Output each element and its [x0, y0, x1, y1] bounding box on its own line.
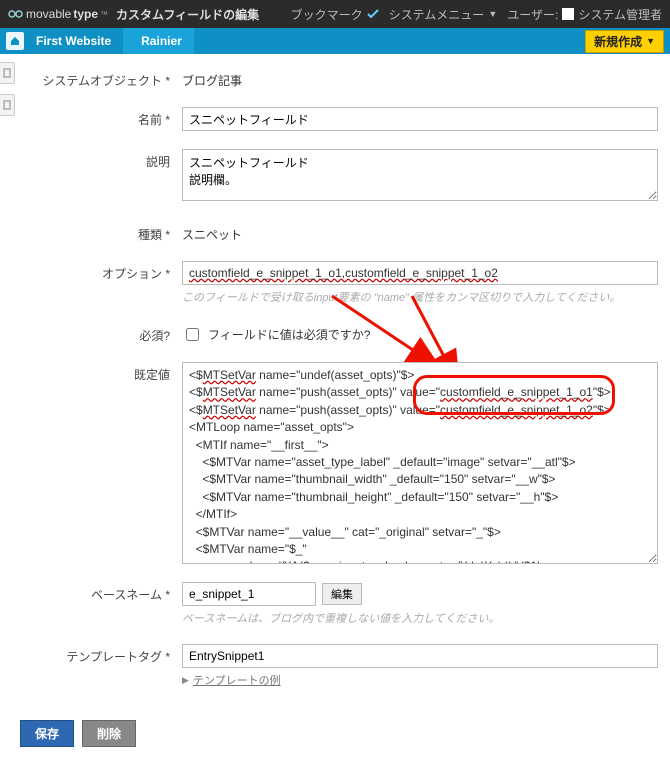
- panel-icon: [3, 100, 11, 110]
- bookmark-icon: [367, 8, 379, 20]
- brand-tm: ™: [100, 10, 108, 19]
- value-system-object: ブログ記事: [182, 68, 658, 89]
- basename-edit-button[interactable]: 編集: [322, 583, 362, 605]
- default-value-textarea[interactable]: <$MTSetVar name="undef(asset_opts)"$><$M…: [183, 363, 657, 563]
- user-menu[interactable]: ユーザー: システム管理者: [507, 6, 662, 23]
- value-type: スニペット: [182, 222, 658, 243]
- delete-button[interactable]: 削除: [82, 720, 136, 747]
- bookmark-label: ブックマーク: [291, 6, 363, 23]
- movabletype-icon: [8, 6, 24, 22]
- label-required: 必須?: [20, 323, 182, 344]
- panel-icon: [3, 68, 11, 78]
- save-button[interactable]: 保存: [20, 720, 74, 747]
- create-button[interactable]: 新規作成 ▼: [585, 30, 664, 53]
- brand-logo[interactable]: movabletype™: [8, 6, 108, 22]
- chevron-right-icon: ▶: [182, 675, 189, 686]
- basename-hint: ベースネームは、ブログ内で重複しない値を入力してください。: [182, 610, 658, 626]
- side-tab-1[interactable]: [0, 62, 15, 84]
- bookmark-link[interactable]: ブックマーク: [291, 6, 379, 23]
- label-description: 説明: [20, 149, 182, 170]
- top-bar: movabletype™ カスタムフィールドの編集 ブックマーク システムメニュ…: [0, 0, 670, 28]
- breadcrumb-bar: First Website Rainier 新規作成 ▼: [0, 28, 670, 54]
- name-input[interactable]: [182, 107, 658, 131]
- side-tab-2[interactable]: [0, 94, 15, 116]
- required-checkbox-label: フィールドに値は必須ですか?: [208, 326, 370, 343]
- system-menu-label: システムメニュー: [389, 6, 485, 23]
- footer-buttons: 保存 削除: [0, 720, 670, 767]
- template-tag-input[interactable]: [182, 644, 658, 668]
- brand-prefix: movable: [26, 7, 71, 21]
- required-checkbox[interactable]: [186, 328, 199, 341]
- chevron-down-icon: ▼: [488, 9, 497, 19]
- user-label: ユーザー:: [507, 6, 558, 23]
- home-button[interactable]: [6, 32, 24, 50]
- label-template-tag: テンプレートタグ *: [20, 644, 182, 665]
- label-system-object: システムオブジェクト *: [20, 68, 182, 89]
- create-label: 新規作成: [594, 33, 642, 50]
- form-area: システムオブジェクト * ブログ記事 名前 * 説明 種類 * スニペット オプ…: [0, 54, 670, 720]
- crumb-current[interactable]: Rainier: [123, 28, 194, 54]
- home-icon: [9, 35, 21, 47]
- option-hint: このフィールドで受け取るinput要素の "name" 属性をカンマ区切りで入力…: [182, 289, 658, 305]
- user-name: システム管理者: [578, 6, 662, 23]
- chevron-down-icon: ▼: [646, 36, 655, 46]
- user-avatar-icon: [562, 8, 574, 20]
- template-example-toggle[interactable]: ▶ テンプレートの例: [182, 668, 658, 688]
- label-name: 名前 *: [20, 107, 182, 128]
- label-type: 種類 *: [20, 222, 182, 243]
- description-textarea[interactable]: [182, 149, 658, 201]
- option-input[interactable]: customfield_e_snippet_1_o1,customfield_e…: [182, 261, 658, 285]
- default-value-wrap: <$MTSetVar name="undef(asset_opts)"$><$M…: [182, 362, 658, 564]
- brand-suffix: type: [73, 7, 98, 21]
- label-option: オプション *: [20, 261, 182, 282]
- basename-input[interactable]: [182, 582, 316, 606]
- template-example-link[interactable]: テンプレートの例: [193, 672, 281, 688]
- label-basename: ベースネーム *: [20, 582, 182, 603]
- label-default-value: 既定値: [20, 362, 182, 383]
- page-title: カスタムフィールドの編集: [116, 6, 259, 23]
- system-menu[interactable]: システムメニュー ▼: [389, 6, 498, 23]
- side-tabs: [0, 62, 15, 116]
- crumb-parent[interactable]: First Website: [24, 28, 123, 54]
